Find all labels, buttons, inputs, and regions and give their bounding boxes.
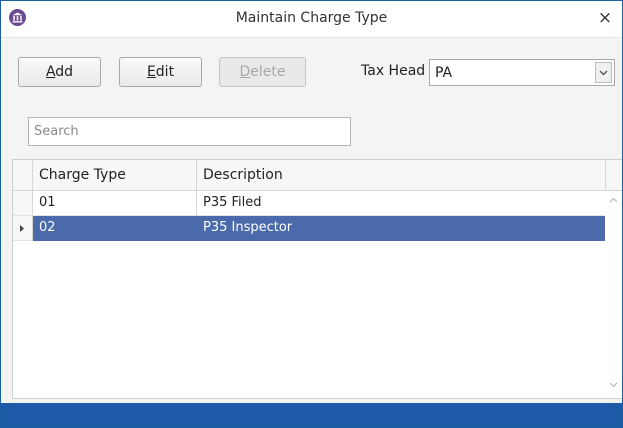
table-row[interactable]: 01 P35 Filed xyxy=(13,191,622,216)
charge-type-cell: 02 xyxy=(33,216,197,241)
description-cell: P35 Inspector xyxy=(197,216,606,241)
delete-label-mnemonic: D xyxy=(239,64,251,80)
window-title: Maintain Charge Type xyxy=(235,10,388,26)
charge-type-grid: Charge Type Description 01 P35 Filed 02 … xyxy=(12,159,622,399)
edit-button[interactable]: Edit xyxy=(119,57,202,87)
add-label-suffix: dd xyxy=(55,64,74,80)
search-input[interactable] xyxy=(28,117,351,146)
scroll-down-icon[interactable] xyxy=(605,378,622,392)
delete-button[interactable]: Delete xyxy=(219,57,306,87)
edit-label-mnemonic: E xyxy=(146,64,156,80)
add-button[interactable]: Add xyxy=(18,57,101,87)
toolbar: Add Edit Delete Tax Head PA xyxy=(1,38,622,98)
current-row-arrow-icon xyxy=(20,225,24,232)
tax-head-label: Tax Head xyxy=(361,63,426,79)
tax-head-value: PA xyxy=(435,65,453,81)
description-cell: P35 Filed xyxy=(197,191,606,216)
row-header[interactable] xyxy=(13,191,33,216)
add-label-mnemonic: A xyxy=(45,64,56,80)
table-row[interactable]: 02 P35 Inspector xyxy=(13,216,622,241)
title-bar: Maintain Charge Type × xyxy=(1,1,622,38)
column-header-charge-type[interactable]: Charge Type xyxy=(33,160,197,190)
delete-label-suffix: elete xyxy=(250,64,286,80)
grid-header-row: Charge Type Description xyxy=(13,160,622,191)
status-bar xyxy=(1,403,622,427)
edit-label-suffix: dit xyxy=(155,64,175,80)
vertical-scrollbar[interactable] xyxy=(605,191,622,398)
close-icon[interactable]: × xyxy=(596,9,614,27)
row-header-corner xyxy=(13,160,33,190)
tax-head-select[interactable]: PA xyxy=(429,59,615,86)
chevron-down-icon[interactable] xyxy=(595,62,612,83)
column-header-description[interactable]: Description xyxy=(197,160,606,190)
maintain-charge-type-window: Maintain Charge Type × Add Edit Delete T… xyxy=(0,0,623,428)
row-header[interactable] xyxy=(13,216,33,241)
scroll-up-icon[interactable] xyxy=(605,193,622,207)
charge-type-cell: 01 xyxy=(33,191,197,216)
